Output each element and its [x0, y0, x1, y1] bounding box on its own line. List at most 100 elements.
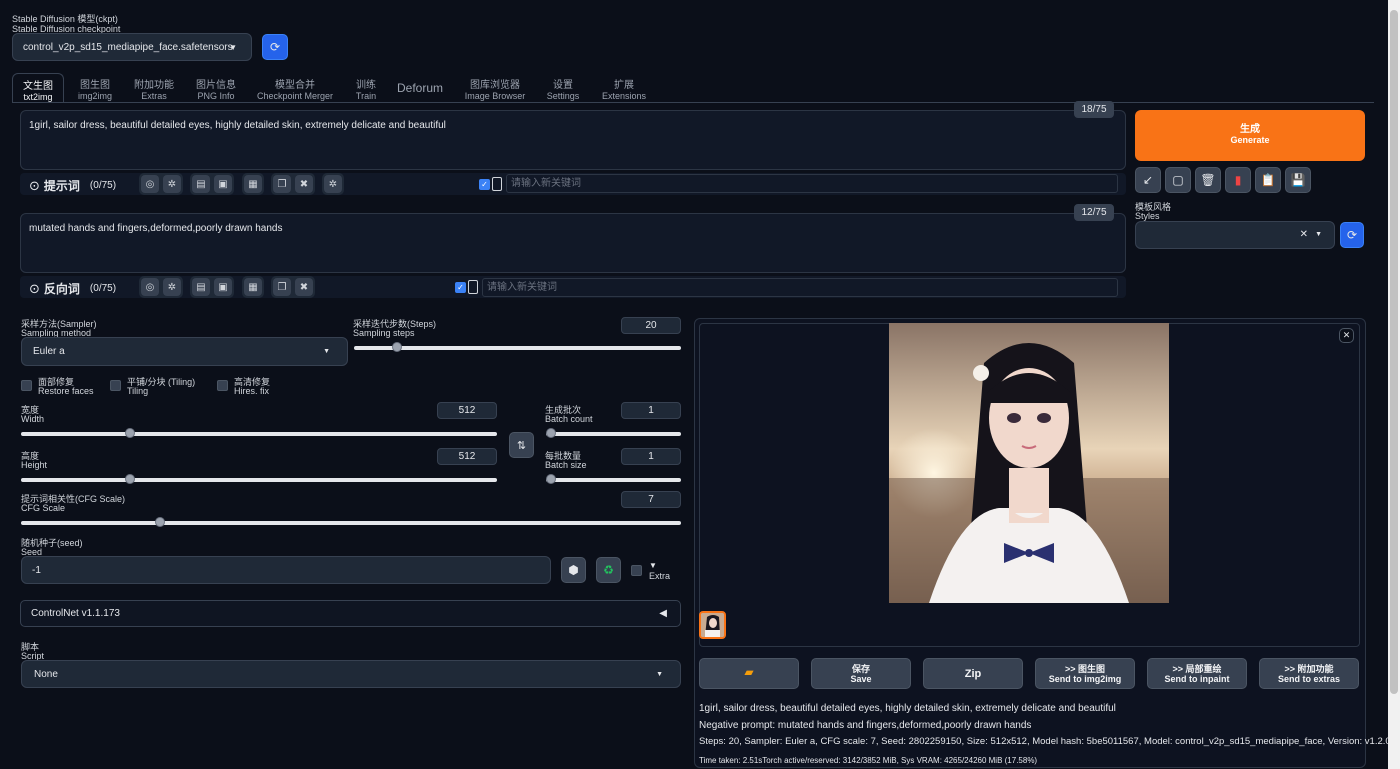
- paste-params-button[interactable]: ↙: [1135, 167, 1161, 193]
- prompt-keyword-checkbox[interactable]: ✓: [479, 179, 490, 190]
- scrollbar-thumb[interactable]: [1390, 10, 1398, 694]
- random-seed-button[interactable]: ⬢: [561, 557, 586, 583]
- prompt-section-header[interactable]: ⊙ 提示词 (0/75): [29, 177, 116, 194]
- sampler-select[interactable]: Euler a ▼: [21, 337, 348, 366]
- seed-input[interactable]: -1: [21, 556, 551, 584]
- steps-input[interactable]: 20: [621, 317, 681, 334]
- file-icon[interactable]: ▤: [192, 278, 210, 296]
- width-input[interactable]: 512: [437, 402, 497, 419]
- zip-button[interactable]: Zip: [923, 658, 1023, 689]
- prompt-textarea[interactable]: 1girl, sailor dress, beautiful detailed …: [20, 110, 1126, 170]
- save-button[interactable]: 保存 Save: [811, 658, 911, 689]
- tab-txt2img[interactable]: 文生图 txt2img: [12, 73, 64, 103]
- negative-prompt-textarea[interactable]: mutated hands and fingers,deformed,poorl…: [20, 213, 1126, 273]
- prompt-keyword-input[interactable]: 请输入新关键词: [506, 174, 1118, 193]
- gallery-thumbnail[interactable]: [699, 611, 726, 639]
- bookmark-icon[interactable]: ▣: [214, 278, 232, 296]
- show-extra-networks-button[interactable]: ▮: [1225, 167, 1251, 193]
- generated-image[interactable]: [889, 323, 1169, 603]
- restore-faces-checkbox[interactable]: [21, 380, 32, 391]
- refresh-checkpoint-button[interactable]: ⟳: [262, 34, 288, 60]
- seed-value: -1: [32, 565, 41, 576]
- clear-icon[interactable]: ✕: [1300, 229, 1308, 240]
- negative-keyword-placeholder: 请输入新关键词: [487, 282, 557, 293]
- reuse-seed-button[interactable]: ♻: [596, 557, 621, 583]
- batch-count-slider-thumb[interactable]: [546, 428, 556, 438]
- clear-prompt-button[interactable]: ▢: [1165, 167, 1191, 193]
- tab-settings[interactable]: 设置 Settings: [540, 73, 586, 103]
- swap-dimensions-button[interactable]: ⇅: [509, 432, 534, 458]
- cfg-label-en: CFG Scale: [21, 503, 66, 513]
- height-label-en: Height: [21, 460, 48, 470]
- close-gallery-button[interactable]: ✕: [1339, 328, 1354, 343]
- prompt-tools-e: ✲: [322, 173, 344, 195]
- prompt-tools-a: ◎ ✲: [139, 173, 183, 195]
- controlnet-label: ControlNet v1.1.173: [31, 608, 120, 619]
- extra-seed-checkbox[interactable]: [631, 565, 642, 576]
- globe-icon[interactable]: ◎: [141, 175, 159, 193]
- checkpoint-select[interactable]: control_v2p_sd15_mediapipe_face.safetens…: [12, 33, 252, 61]
- negative-keyword-input[interactable]: 请输入新关键词: [482, 278, 1118, 297]
- controlnet-accordion[interactable]: ControlNet v1.1.173 ◀: [20, 600, 681, 627]
- settings-icon[interactable]: ✲: [324, 175, 342, 193]
- styles-select[interactable]: ✕ ▼: [1135, 221, 1335, 249]
- steps-slider-thumb[interactable]: [391, 342, 402, 352]
- folder-icon: ▰: [744, 665, 754, 679]
- height-input[interactable]: 512: [437, 448, 497, 465]
- steps-slider[interactable]: [354, 342, 681, 352]
- negative-keyword-checkbox[interactable]: ✓: [455, 282, 466, 293]
- negative-tools-d: ❐ ✖: [271, 276, 315, 298]
- send-to-extras-button[interactable]: >> 附加功能 Send to extras: [1259, 658, 1359, 689]
- apply-style-button[interactable]: 📋: [1255, 167, 1281, 193]
- bookmark-icon[interactable]: ▣: [214, 175, 232, 193]
- generate-button[interactable]: 生成 Generate: [1135, 110, 1365, 161]
- height-slider[interactable]: [21, 474, 497, 484]
- tiling-checkbox[interactable]: [110, 380, 121, 391]
- tab-extras[interactable]: 附加功能 Extras: [128, 73, 180, 103]
- tab-extensions[interactable]: 扩展 Extensions: [598, 73, 650, 103]
- batch-size-input[interactable]: 1: [621, 448, 681, 465]
- tab-img2img[interactable]: 图生图 img2img: [70, 73, 120, 103]
- save-style-button[interactable]: 💾: [1285, 167, 1311, 193]
- image-icon[interactable]: ▦: [244, 278, 262, 296]
- width-slider-thumb[interactable]: [125, 428, 136, 438]
- cfg-input[interactable]: 7: [621, 491, 681, 508]
- batch-size-slider[interactable]: [546, 474, 681, 484]
- refresh-icon: ⟳: [269, 40, 281, 54]
- negative-section-header[interactable]: ⊙ 反向词 (0/75): [29, 280, 116, 297]
- trash-icon[interactable]: ✖: [295, 278, 313, 296]
- file-icon[interactable]: ▤: [192, 175, 210, 193]
- prompt-token-counter: 18/75: [1074, 101, 1114, 118]
- collapse-icon: ⊙: [29, 280, 40, 296]
- trash-icon[interactable]: ✖: [295, 175, 313, 193]
- height-slider-thumb[interactable]: [125, 474, 136, 484]
- gear-icon[interactable]: ✲: [163, 175, 181, 193]
- send-to-img2img-button[interactable]: >> 图生图 Send to img2img: [1035, 658, 1135, 689]
- hires-fix-checkbox[interactable]: [217, 380, 228, 391]
- copy-icon[interactable]: ❐: [273, 278, 291, 296]
- image-icon[interactable]: ▦: [244, 175, 262, 193]
- delete-button[interactable]: 🗑: [1195, 167, 1221, 193]
- open-folder-button[interactable]: ▰: [699, 658, 799, 689]
- tab-deforum[interactable]: Deforum: [394, 73, 446, 103]
- script-select[interactable]: None ▼: [21, 660, 681, 688]
- prompt-section-label: 提示词: [43, 179, 80, 193]
- cfg-slider-thumb[interactable]: [154, 517, 165, 527]
- tab-checkpoint-merger[interactable]: 模型合并 Checkpoint Merger: [252, 73, 338, 103]
- batch-count-input[interactable]: 1: [621, 402, 681, 419]
- prompt-keyword-placeholder: 请输入新关键词: [511, 178, 581, 189]
- gear-icon[interactable]: ✲: [163, 278, 181, 296]
- swap-icon: ⇅: [516, 439, 527, 452]
- batch-size-slider-thumb[interactable]: [546, 474, 556, 484]
- cfg-slider[interactable]: [21, 517, 681, 527]
- tiling-label-en: Tiling: [127, 386, 149, 396]
- tab-png-info[interactable]: 图片信息 PNG Info: [190, 73, 242, 103]
- refresh-styles-button[interactable]: ⟳: [1340, 222, 1364, 248]
- copy-icon[interactable]: ❐: [273, 175, 291, 193]
- batch-count-slider[interactable]: [546, 428, 681, 438]
- globe-icon[interactable]: ◎: [141, 278, 159, 296]
- tab-image-browser[interactable]: 图库浏览器 Image Browser: [460, 73, 530, 103]
- width-slider[interactable]: [21, 428, 497, 438]
- tab-train[interactable]: 训练 Train: [346, 73, 386, 103]
- send-to-inpaint-button[interactable]: >> 局部重绘 Send to inpaint: [1147, 658, 1247, 689]
